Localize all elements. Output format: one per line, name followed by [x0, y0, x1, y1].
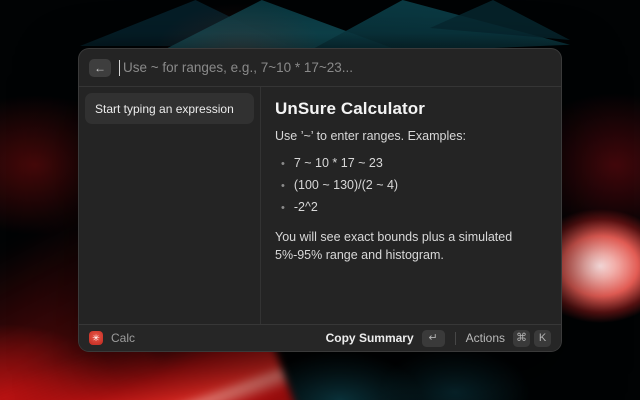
launcher-window: ← Start typing an expression UnSure Calc… — [78, 48, 562, 352]
example-list: • 7 ~ 10 * 17 ~ 23 • (100 ~ 130)/(2 ~ 4)… — [275, 153, 545, 219]
actions-button[interactable]: Actions — [466, 331, 505, 345]
example-expression: (100 ~ 130)/(2 ~ 4) — [294, 175, 398, 196]
list-item-label: Start typing an expression — [95, 102, 234, 116]
results-list: Start typing an expression — [79, 87, 261, 324]
action-bar: ✳ Calc Copy Summary ↵ Actions ⌘ K — [79, 324, 561, 351]
detail-intro-text: Use ’~’ to enter ranges. Examples: — [275, 129, 545, 143]
list-item-selected[interactable]: Start typing an expression — [85, 93, 254, 124]
bullet-icon: • — [281, 176, 285, 197]
k-key-icon: K — [534, 330, 551, 347]
calc-app-icon: ✳ — [89, 331, 103, 345]
example-expression: -2^2 — [294, 197, 318, 218]
copy-summary-button[interactable]: Copy Summary — [326, 331, 414, 345]
search-input[interactable] — [123, 60, 549, 75]
back-button[interactable]: ← — [89, 59, 111, 77]
actions-shortcut: ⌘ K — [513, 330, 551, 347]
app-name-label: Calc — [111, 331, 135, 345]
example-item: • -2^2 — [275, 197, 545, 219]
text-caret — [119, 60, 120, 76]
example-item: • (100 ~ 130)/(2 ~ 4) — [275, 175, 545, 197]
bullet-icon: • — [281, 154, 285, 175]
footer-divider — [455, 332, 456, 345]
window-body: Start typing an expression UnSure Calcul… — [79, 87, 561, 324]
detail-panel: UnSure Calculator Use ’~’ to enter range… — [261, 87, 561, 324]
bullet-icon: • — [281, 198, 285, 219]
command-key-icon: ⌘ — [513, 330, 530, 347]
detail-outro-text: You will see exact bounds plus a simulat… — [275, 228, 545, 264]
example-item: • 7 ~ 10 * 17 ~ 23 — [275, 153, 545, 175]
detail-title: UnSure Calculator — [275, 99, 545, 119]
example-expression: 7 ~ 10 * 17 ~ 23 — [294, 153, 383, 174]
enter-key-icon: ↵ — [422, 330, 445, 347]
search-bar: ← — [79, 49, 561, 87]
